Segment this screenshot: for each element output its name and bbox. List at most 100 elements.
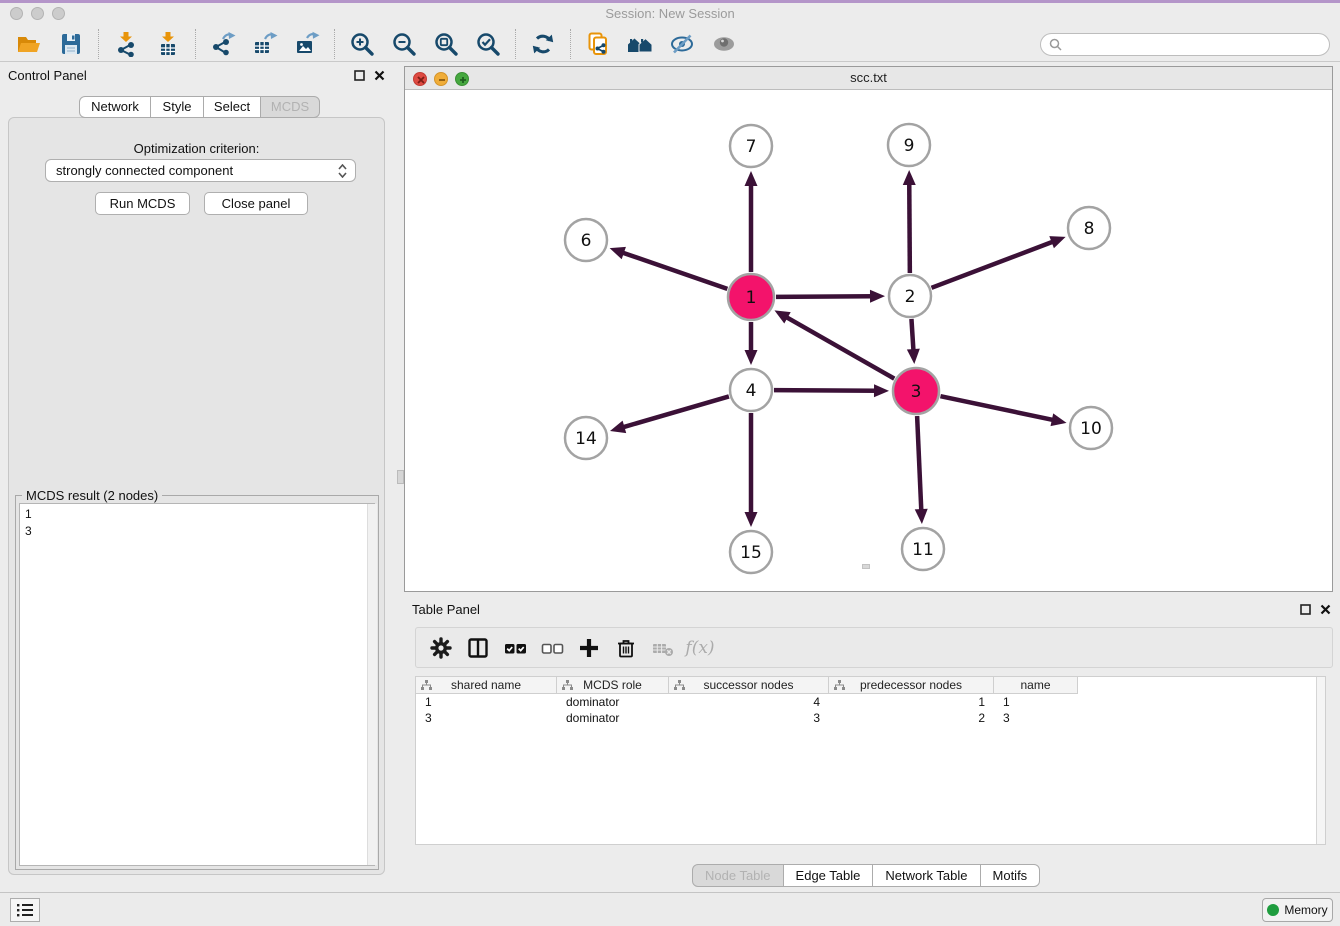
column-header-name[interactable]: name — [994, 677, 1078, 694]
network-window-titlebar[interactable]: scc.txt — [405, 67, 1332, 90]
splitter-handle[interactable] — [397, 470, 404, 484]
edge-2-3[interactable] — [911, 319, 913, 352]
edge-arrow-3-11 — [915, 509, 928, 524]
node-table[interactable]: shared nameMCDS rolesuccessor nodesprede… — [415, 676, 1326, 845]
network-maximize-icon[interactable] — [455, 72, 469, 86]
close-panel-icon[interactable] — [372, 68, 386, 82]
tab-edge-table[interactable]: Edge Table — [783, 864, 874, 887]
delete-column-icon[interactable] — [611, 633, 641, 663]
edge-arrow-2-3 — [907, 349, 920, 364]
table-row[interactable]: 1dominator411 — [416, 694, 1078, 710]
edge-2-9[interactable] — [909, 182, 910, 273]
cell-name[interactable]: 1 — [994, 694, 1078, 710]
edge-arrow-1-2 — [870, 290, 885, 303]
cell-shared-name[interactable]: 1 — [416, 694, 557, 710]
cell-successor-nodes[interactable]: 4 — [669, 694, 829, 710]
memory-button[interactable]: Memory — [1262, 898, 1333, 922]
toolbar-separator — [515, 29, 516, 59]
delete-table-icon — [648, 633, 678, 663]
network-close-icon[interactable] — [413, 72, 427, 86]
edge-1-6[interactable] — [621, 252, 727, 289]
tab-node-table[interactable]: Node Table — [692, 864, 784, 887]
edge-2-8[interactable] — [932, 241, 1055, 288]
close-table-panel-icon[interactable] — [1318, 602, 1332, 616]
table-scrollbar[interactable] — [1316, 677, 1325, 844]
zoom-fit-icon[interactable] — [431, 29, 461, 59]
cell-successor-nodes[interactable]: 3 — [669, 710, 829, 726]
zoom-in-icon[interactable] — [347, 29, 377, 59]
cell-predecessor-nodes[interactable]: 2 — [829, 710, 994, 726]
table-row[interactable]: 3dominator323 — [416, 710, 1078, 726]
edge-4-14[interactable] — [622, 396, 729, 427]
zoom-selected-icon[interactable] — [473, 29, 503, 59]
open-file-icon[interactable] — [14, 29, 44, 59]
edge-arrow-2-8 — [1049, 236, 1065, 248]
column-header-shared-name[interactable]: shared name — [416, 677, 557, 694]
run-mcds-button[interactable]: Run MCDS — [95, 192, 190, 215]
memory-label: Memory — [1284, 903, 1327, 917]
column-layout-icon[interactable] — [463, 633, 493, 663]
apply-layout-icon[interactable] — [528, 29, 558, 59]
hide-graphics-details-icon[interactable] — [667, 29, 697, 59]
column-header-successor-nodes[interactable]: successor nodes — [669, 677, 829, 694]
table-toolbar: f(x) — [415, 627, 1333, 668]
save-icon[interactable] — [56, 29, 86, 59]
network-window-title: scc.txt — [405, 67, 1332, 89]
birdseye-view-icon[interactable] — [709, 29, 739, 59]
zoom-out-icon[interactable] — [389, 29, 419, 59]
result-scrollbar[interactable] — [367, 504, 377, 865]
column-tree-icon — [674, 680, 685, 691]
maximize-window-button[interactable] — [52, 7, 65, 20]
column-header-predecessor-nodes[interactable]: predecessor nodes — [829, 677, 994, 694]
column-header-mcds-role[interactable]: MCDS role — [557, 677, 669, 694]
network-minimize-icon[interactable] — [434, 72, 448, 86]
tab-select[interactable]: Select — [203, 96, 261, 118]
network-overview-icon[interactable] — [625, 29, 655, 59]
edge-3-11[interactable] — [917, 416, 921, 512]
network-canvas[interactable]: 1234678910111415 — [405, 90, 1332, 591]
task-history-button[interactable] — [10, 898, 40, 922]
import-network-icon[interactable] — [111, 29, 141, 59]
deselect-all-icon[interactable] — [537, 633, 567, 663]
table-panel: Table Panel f(x) shared nameMCDS rolesuc… — [404, 596, 1340, 890]
status-bar: Memory — [0, 892, 1340, 926]
search-input[interactable] — [1040, 33, 1330, 56]
network-scroll-handle[interactable] — [862, 564, 870, 569]
edge-3-10[interactable] — [940, 396, 1054, 420]
select-all-icon[interactable] — [500, 633, 530, 663]
close-window-button[interactable] — [10, 7, 23, 20]
edge-arrow-1-7 — [745, 171, 758, 186]
network-graph[interactable]: 1234678910111415 — [405, 90, 1332, 591]
float-table-panel-icon[interactable] — [1298, 602, 1312, 616]
mcds-result-title: MCDS result (2 nodes) — [22, 488, 162, 503]
cell-predecessor-nodes[interactable]: 1 — [829, 694, 994, 710]
edge-4-3[interactable] — [774, 390, 877, 391]
add-column-icon[interactable] — [574, 633, 604, 663]
tab-network-table[interactable]: Network Table — [872, 864, 980, 887]
toolbar-separator — [195, 29, 196, 59]
export-network-icon[interactable] — [208, 29, 238, 59]
tab-motifs[interactable]: Motifs — [980, 864, 1041, 887]
export-image-icon[interactable] — [292, 29, 322, 59]
export-table-icon[interactable] — [250, 29, 280, 59]
import-table-icon[interactable] — [153, 29, 183, 59]
traffic-lights — [10, 7, 65, 20]
titlebar: Session: New Session — [0, 3, 1340, 26]
settings-gear-icon[interactable] — [426, 633, 456, 663]
edge-1-2[interactable] — [776, 296, 873, 297]
float-panel-icon[interactable] — [352, 68, 366, 82]
criterion-select[interactable]: strongly connected component — [45, 159, 356, 182]
graph-node-label-15: 15 — [740, 543, 762, 563]
edge-3-1[interactable] — [785, 316, 894, 378]
minimize-window-button[interactable] — [31, 7, 44, 20]
mcds-result-text[interactable]: 1 3 — [19, 503, 375, 866]
cell-mcds-role[interactable]: dominator — [557, 710, 669, 726]
clone-network-icon[interactable] — [583, 29, 613, 59]
cell-shared-name[interactable]: 3 — [416, 710, 557, 726]
tab-style[interactable]: Style — [150, 96, 204, 118]
tab-network[interactable]: Network — [79, 96, 151, 118]
cell-name[interactable]: 3 — [994, 710, 1078, 726]
cell-mcds-role[interactable]: dominator — [557, 694, 669, 710]
tab-mcds[interactable]: MCDS — [260, 96, 320, 118]
close-panel-button[interactable]: Close panel — [204, 192, 308, 215]
